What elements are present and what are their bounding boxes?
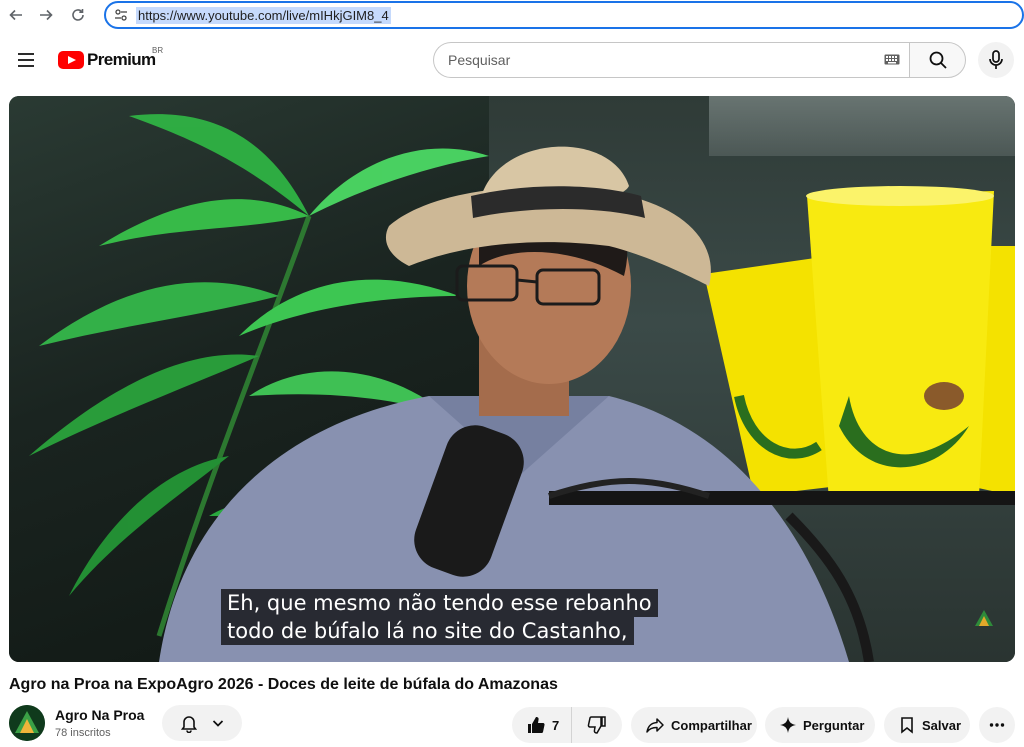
- like-count: 7: [552, 717, 560, 733]
- video-player[interactable]: Eh, que mesmo não tendo esse rebanho tod…: [9, 96, 1015, 662]
- search-input[interactable]: Pesquisar: [433, 42, 910, 78]
- ask-label: Perguntar: [803, 717, 865, 733]
- more-actions-button[interactable]: [979, 707, 1015, 743]
- browser-toolbar: https://www.youtube.com/live/mIHkjGIM8_4: [0, 0, 1024, 30]
- thumbs-down-icon: [587, 716, 606, 734]
- share-icon: [646, 718, 664, 733]
- subscriber-count: 78 inscritos: [55, 727, 111, 739]
- forward-icon[interactable]: [36, 5, 56, 25]
- back-icon[interactable]: [6, 5, 26, 25]
- video-caption: Eh, que mesmo não tendo esse rebanho tod…: [221, 589, 658, 645]
- chevron-down-icon: [212, 720, 224, 727]
- search-icon: [929, 51, 947, 69]
- caption-line-2: todo de búfalo lá no site do Castanho,: [221, 617, 634, 645]
- like-dislike-group: 7: [512, 707, 622, 743]
- share-button[interactable]: Compartilhar: [631, 707, 757, 743]
- bell-icon: [180, 716, 198, 733]
- url-text: https://www.youtube.com/live/mIHkjGIM8_4: [136, 7, 391, 24]
- channel-name[interactable]: Agro Na Proa: [55, 707, 144, 723]
- reload-icon[interactable]: [68, 5, 88, 25]
- youtube-premium-logo[interactable]: Premium: [58, 48, 156, 72]
- subscription-bell-button[interactable]: [162, 705, 242, 741]
- country-code: BR: [152, 46, 164, 55]
- site-settings-icon[interactable]: [114, 8, 128, 22]
- menu-icon[interactable]: [14, 48, 38, 72]
- keyboard-icon[interactable]: [884, 54, 900, 65]
- sparkle-icon: [780, 717, 796, 733]
- channel-avatar[interactable]: [9, 705, 45, 741]
- share-label: Compartilhar: [671, 717, 752, 733]
- voice-search-button[interactable]: [978, 42, 1014, 78]
- dislike-button[interactable]: [572, 707, 622, 743]
- more-horizontal-icon: [989, 723, 1005, 727]
- video-frame: [29, 114, 1015, 662]
- search-button[interactable]: [909, 42, 966, 78]
- channel-watermark-icon[interactable]: [973, 608, 995, 630]
- bookmark-icon: [901, 717, 913, 734]
- microphone-icon: [989, 50, 1003, 69]
- thumbs-up-icon: [528, 717, 545, 733]
- youtube-header: Premium BR Pesquisar: [0, 36, 1024, 84]
- youtube-play-logo-icon: [58, 51, 84, 69]
- save-label: Salvar: [922, 717, 962, 733]
- video-title: Agro na Proa na ExpoAgro 2026 - Doces de…: [9, 676, 558, 693]
- search-bar: Pesquisar: [433, 42, 966, 78]
- caption-line-1: Eh, que mesmo não tendo esse rebanho: [221, 589, 658, 617]
- like-button[interactable]: 7: [512, 707, 572, 743]
- product-cups: [704, 186, 1015, 501]
- save-button[interactable]: Salvar: [884, 707, 970, 743]
- ask-button[interactable]: Perguntar: [765, 707, 875, 743]
- address-bar[interactable]: https://www.youtube.com/live/mIHkjGIM8_4: [104, 1, 1024, 29]
- logo-text: Premium: [87, 50, 156, 69]
